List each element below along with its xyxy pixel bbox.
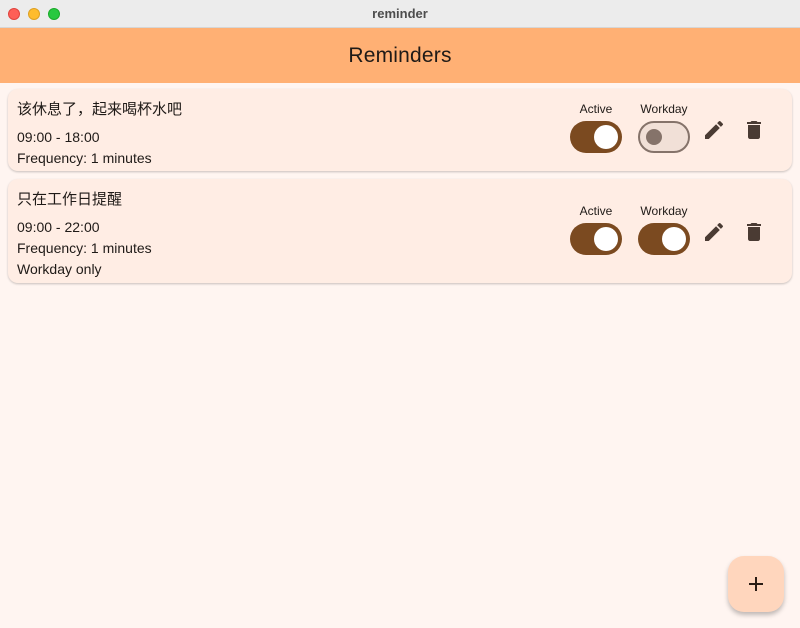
reminder-title: 只在工作日提醒 [17, 190, 123, 208]
workday-switch[interactable] [638, 223, 690, 255]
active-switch[interactable] [570, 121, 622, 153]
active-toggle-group: Active [570, 204, 622, 255]
reminder-workday-note: Workday only [17, 261, 102, 277]
minimize-window-button[interactable] [28, 8, 40, 20]
window-title: reminder [372, 6, 428, 21]
app-window: reminder Reminders 该休息了，起来喝杯水吧 09:00 - 1… [0, 0, 800, 628]
pencil-icon [705, 222, 724, 241]
trash-icon [747, 121, 761, 139]
maximize-window-button[interactable] [48, 8, 60, 20]
reminder-controls: Active Workday [570, 204, 774, 255]
trash-icon [747, 223, 761, 241]
switch-thumb [646, 129, 662, 145]
workday-toggle-group: Workday [638, 204, 690, 255]
active-switch[interactable] [570, 223, 622, 255]
add-reminder-button[interactable] [728, 556, 784, 612]
reminder-title: 该休息了，起来喝杯水吧 [17, 100, 183, 118]
workday-switch[interactable] [638, 121, 690, 153]
window-controls [8, 8, 60, 20]
delete-button[interactable] [734, 212, 774, 252]
switch-thumb [662, 227, 686, 251]
reminder-frequency: Frequency: 1 minutes [17, 240, 152, 256]
reminder-controls: Active Workday [570, 102, 774, 153]
edit-button[interactable] [694, 212, 734, 252]
workday-label: Workday [640, 102, 688, 116]
active-label: Active [579, 204, 613, 218]
switch-thumb [594, 125, 618, 149]
reminder-time-range: 09:00 - 18:00 [17, 129, 100, 145]
active-label: Active [579, 102, 613, 116]
reminder-details: 该休息了，起来喝杯水吧 09:00 - 18:00 Frequency: 1 m… [17, 98, 182, 171]
reminder-card[interactable]: 只在工作日提醒 09:00 - 22:00 Frequency: 1 minut… [8, 179, 792, 283]
reminder-time-range: 09:00 - 22:00 [17, 219, 100, 235]
switch-thumb [594, 227, 618, 251]
reminder-card[interactable]: 该休息了，起来喝杯水吧 09:00 - 18:00 Frequency: 1 m… [8, 89, 792, 171]
close-window-button[interactable] [8, 8, 20, 20]
pencil-icon [705, 120, 724, 139]
delete-button[interactable] [734, 110, 774, 150]
app-bar: Reminders [0, 28, 800, 83]
title-bar: reminder [0, 0, 800, 28]
edit-button[interactable] [694, 110, 734, 150]
workday-toggle-group: Workday [638, 102, 690, 153]
page-title: Reminders [348, 43, 452, 67]
active-toggle-group: Active [570, 102, 622, 153]
workday-label: Workday [640, 204, 688, 218]
reminder-frequency: Frequency: 1 minutes [17, 150, 152, 166]
reminder-details: 只在工作日提醒 09:00 - 22:00 Frequency: 1 minut… [17, 188, 152, 282]
plus-icon [749, 577, 763, 591]
reminder-list: 该休息了，起来喝杯水吧 09:00 - 18:00 Frequency: 1 m… [0, 83, 800, 283]
